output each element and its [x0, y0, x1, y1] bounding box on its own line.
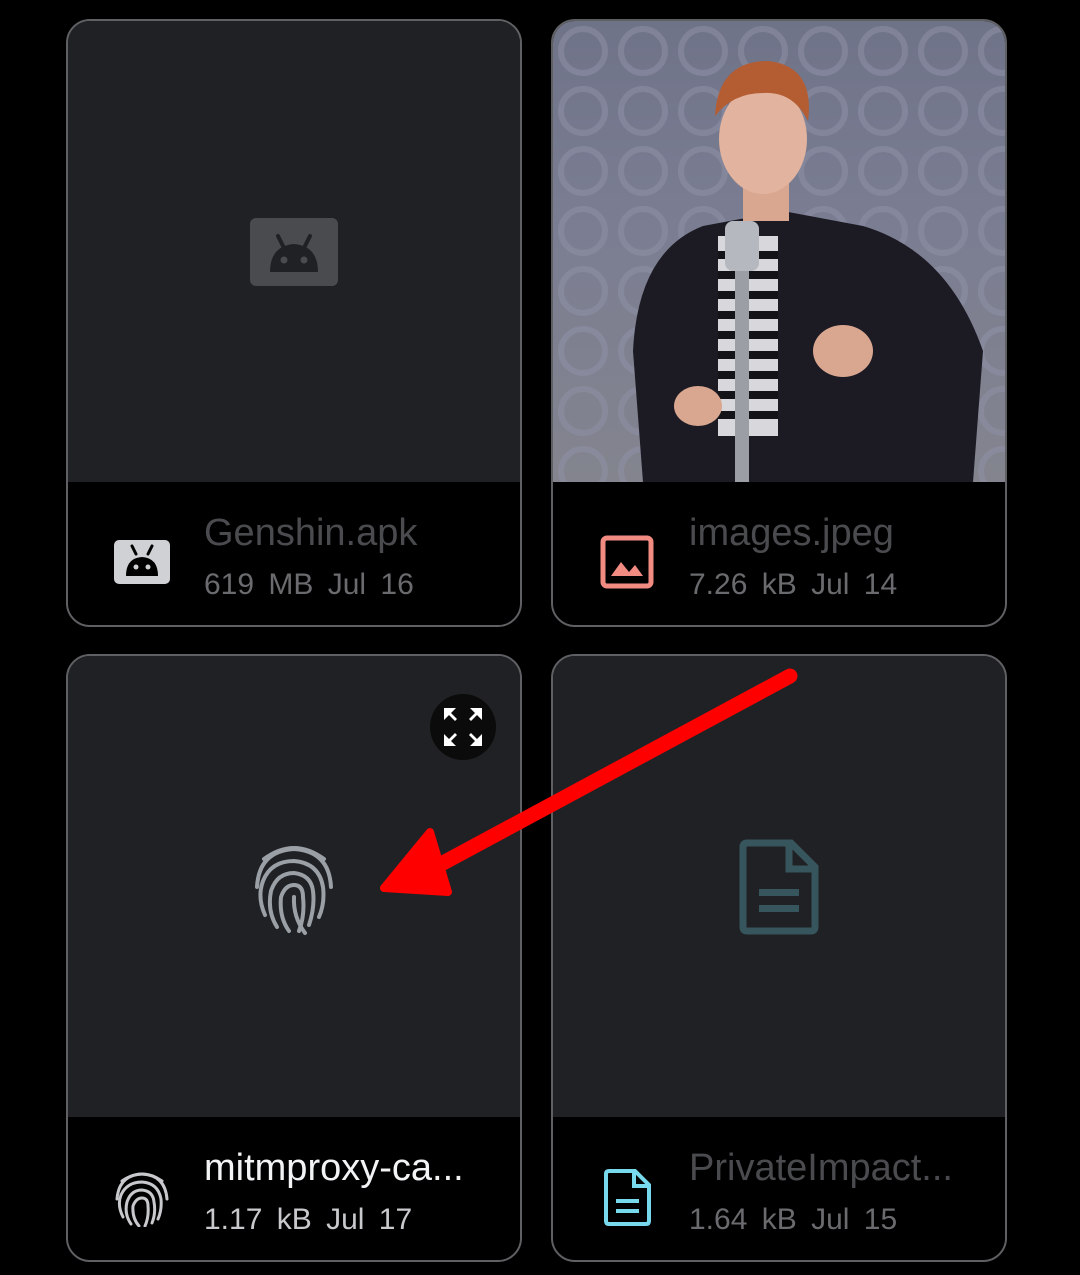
file-name: images.jpeg [689, 512, 894, 554]
expand-icon [444, 708, 482, 746]
file-date: Jul 17 [326, 1203, 413, 1236]
file-card-genshin[interactable]: Genshin.apk 619 MB Jul 16 [66, 19, 522, 627]
document-icon [739, 839, 819, 934]
android-icon [250, 217, 338, 286]
file-date: Jul 14 [811, 568, 898, 601]
fingerprint-icon [115, 1172, 169, 1227]
file-size: 7.26 kB [689, 568, 797, 601]
file-date: Jul 16 [327, 568, 414, 601]
file-thumbnail [68, 21, 520, 482]
file-date: Jul 15 [811, 1203, 898, 1236]
file-size: 619 MB [204, 568, 314, 601]
file-size: 1.64 kB [689, 1203, 797, 1236]
document-icon [604, 1169, 651, 1226]
file-card-images[interactable]: images.jpeg 7.26 kB Jul 14 [551, 19, 1007, 627]
file-meta: 1.17 kB Jul 17 [204, 1203, 412, 1237]
file-size: 1.17 kB [204, 1203, 312, 1236]
android-icon [114, 540, 170, 584]
file-name: mitmproxy-ca... [204, 1147, 464, 1189]
file-card-mitmproxy[interactable]: mitmproxy-ca... 1.17 kB Jul 17 [66, 654, 522, 1262]
file-card-privateimpact[interactable]: PrivateImpact... 1.64 kB Jul 15 [551, 654, 1007, 1262]
file-name: PrivateImpact... [689, 1147, 953, 1189]
expand-button[interactable] [430, 694, 496, 760]
file-thumbnail [553, 656, 1005, 1117]
file-name: Genshin.apk [204, 512, 418, 554]
image-icon [600, 535, 654, 589]
file-meta: 7.26 kB Jul 14 [689, 568, 897, 602]
image-thumbnail [553, 21, 1005, 482]
fingerprint-icon [255, 845, 333, 935]
file-thumbnail [68, 656, 520, 1117]
photo-preview [553, 21, 1005, 482]
file-meta: 619 MB Jul 16 [204, 568, 414, 602]
file-meta: 1.64 kB Jul 15 [689, 1203, 897, 1237]
